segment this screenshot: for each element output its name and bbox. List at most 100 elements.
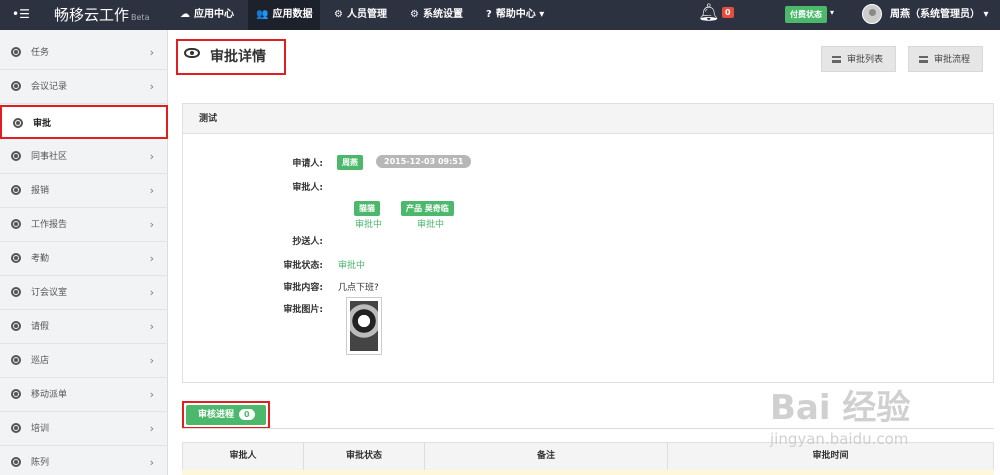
- bell-icon[interactable]: 🔔︎: [698, 3, 720, 23]
- chevron-down-icon[interactable]: ▾: [830, 8, 834, 17]
- circle-dot-icon: [11, 287, 21, 297]
- nav-label: 应用数据: [272, 9, 313, 20]
- beta-label: Beta: [131, 13, 150, 22]
- sidebar-item-approval[interactable]: 审批: [0, 105, 168, 139]
- button-label: 审批流程: [934, 55, 971, 65]
- status-label: 审批状态:: [283, 261, 323, 271]
- username: 周燕（系统管理员）: [890, 9, 980, 20]
- sidebar-item-work-report[interactable]: 工作报告 ›: [0, 208, 168, 242]
- nav-settings[interactable]: ⚙ 系统设置: [402, 0, 471, 30]
- users-icon: 👥: [256, 9, 269, 20]
- nav-app-center[interactable]: ☁ 应用中心: [172, 0, 242, 30]
- watermark-url: jingyan.baidu.com: [770, 430, 909, 448]
- sidebar-item-task[interactable]: 任务 ›: [0, 36, 168, 70]
- approval-image-thumbnail[interactable]: [346, 297, 382, 355]
- circle-dot-icon: [11, 457, 21, 467]
- top-navbar: •☰ 畅移云工作 Beta ☁ 应用中心 👥 应用数据 ⚙ 人员管理 ⚙ 系统设置 ? 帮助…: [0, 0, 1000, 30]
- notification-badge: 0: [722, 7, 734, 18]
- sidebar-item-label: 请假: [31, 322, 50, 332]
- nav-label: 帮助中心: [495, 9, 536, 20]
- sidebar-item-label: 任务: [31, 48, 50, 58]
- chevron-right-icon: ›: [149, 218, 154, 231]
- nav-label: 应用中心: [194, 9, 234, 20]
- tab-label: 审核进程: [198, 410, 235, 420]
- list-icon: [919, 56, 928, 63]
- circle-dot-icon: [11, 321, 21, 331]
- circle-dot-icon: [11, 81, 21, 91]
- nav-label: 系统设置: [422, 9, 463, 20]
- sidebar-item-label: 订会议室: [31, 288, 68, 298]
- circle-dot-icon: [11, 185, 21, 195]
- circle-dot-icon: [11, 423, 21, 433]
- question-icon: ?: [486, 9, 492, 20]
- sidebar-item-label: 移动派单: [31, 390, 68, 400]
- sidebar-item-training[interactable]: 培训 ›: [0, 412, 168, 446]
- chevron-right-icon: ›: [149, 456, 154, 469]
- eye-icon: [184, 48, 200, 58]
- chevron-right-icon: ›: [149, 252, 154, 265]
- approver-tag: 产品 吴奇临: [401, 201, 454, 216]
- sidebar-item-community[interactable]: 同事社区 ›: [0, 140, 168, 174]
- circle-dot-icon: [11, 151, 21, 161]
- chevron-right-icon: ›: [149, 46, 154, 59]
- chevron-right-icon: ›: [149, 354, 154, 367]
- approval-detail-panel: 测试 申请人: 周燕 2015-12-03 09:51 审批人: 猫猫 审批中 …: [182, 103, 994, 383]
- page-title: 审批详情: [210, 49, 266, 65]
- sidebar-item-label: 会议记录: [31, 82, 68, 92]
- sidebar-item-leave[interactable]: 请假 ›: [0, 310, 168, 344]
- approver-tag: 猫猫: [354, 201, 380, 216]
- nav-people[interactable]: ⚙ 人员管理: [326, 0, 395, 30]
- brand-logo[interactable]: 畅移云工作 Beta: [54, 4, 149, 25]
- sidebar-item-label: 同事社区: [31, 152, 68, 162]
- sidebar-item-label: 巡店: [31, 356, 50, 366]
- chevron-right-icon: ›: [149, 184, 154, 197]
- applicant-label: 申请人:: [292, 159, 323, 169]
- nav-app-data[interactable]: 👥 应用数据: [248, 0, 321, 30]
- sidebar-item-store-visit[interactable]: 巡店 ›: [0, 344, 168, 378]
- circle-dot-icon: [11, 47, 21, 57]
- sidebar-item-label: 审批: [33, 119, 52, 129]
- watermark-logo: Bai 经验: [770, 388, 911, 428]
- avatar[interactable]: [862, 4, 882, 24]
- table-row: [182, 470, 994, 475]
- sidebar-item-reimbursement[interactable]: 报销 ›: [0, 174, 168, 208]
- chevron-right-icon: ›: [149, 80, 154, 93]
- image-label: 审批图片:: [283, 305, 323, 315]
- sidebar-item-attendance[interactable]: 考勤 ›: [0, 242, 168, 276]
- cc-label: 抄送人:: [292, 237, 323, 247]
- circle-dot-icon: [11, 389, 21, 399]
- approval-list-button[interactable]: 审批列表: [821, 46, 897, 72]
- sidebar-item-label: 培训: [31, 424, 50, 434]
- sidebar-item-label: 考勤: [31, 254, 50, 264]
- brand-name: 畅移云工作: [54, 6, 130, 24]
- applied-time: 2015-12-03 09:51: [376, 155, 472, 168]
- approval-content: 几点下班?: [338, 283, 379, 293]
- tab-count-badge: 0: [239, 409, 255, 420]
- approval-flow-button[interactable]: 审批流程: [908, 46, 984, 72]
- panel-title: 测试: [183, 104, 993, 134]
- chevron-right-icon: ›: [149, 320, 154, 333]
- content-label: 审批内容:: [283, 283, 323, 293]
- sidebar: 任务 › 会议记录 › 审批 同事社区 › 报销 › 工作报告 › 考勤 › 订会议室 › 请…: [0, 30, 168, 475]
- circle-dot-icon: [11, 219, 21, 229]
- menu-icon[interactable]: •☰: [12, 7, 30, 21]
- sidebar-item-meeting-notes[interactable]: 会议记录 ›: [0, 70, 168, 104]
- baidu-watermark: Bai 经验 jingyan.baidu.com: [770, 370, 990, 470]
- approver-status: 审批中: [355, 220, 383, 230]
- chevron-right-icon: ›: [149, 150, 154, 163]
- sidebar-item-label: 工作报告: [31, 220, 68, 230]
- chevron-right-icon: ›: [149, 388, 154, 401]
- progress-tab-highlight: 审核进程 0: [182, 401, 270, 429]
- approval-status: 审批中: [338, 261, 366, 271]
- nav-label: 人员管理: [346, 9, 387, 20]
- paid-status-button[interactable]: 付费状态: [785, 6, 827, 23]
- sidebar-item-dispatch[interactable]: 移动派单 ›: [0, 378, 168, 412]
- sidebar-item-display[interactable]: 陈列 ›: [0, 446, 168, 475]
- button-label: 审批列表: [847, 55, 884, 65]
- gears-icon: ⚙: [410, 9, 419, 20]
- user-menu[interactable]: 周燕（系统管理员） ▾: [890, 0, 989, 30]
- applicant-tag: 周燕: [337, 155, 363, 170]
- nav-help[interactable]: ? 帮助中心 ▾: [478, 0, 552, 30]
- tab-review-progress[interactable]: 审核进程 0: [186, 405, 266, 425]
- sidebar-item-meeting-room[interactable]: 订会议室 ›: [0, 276, 168, 310]
